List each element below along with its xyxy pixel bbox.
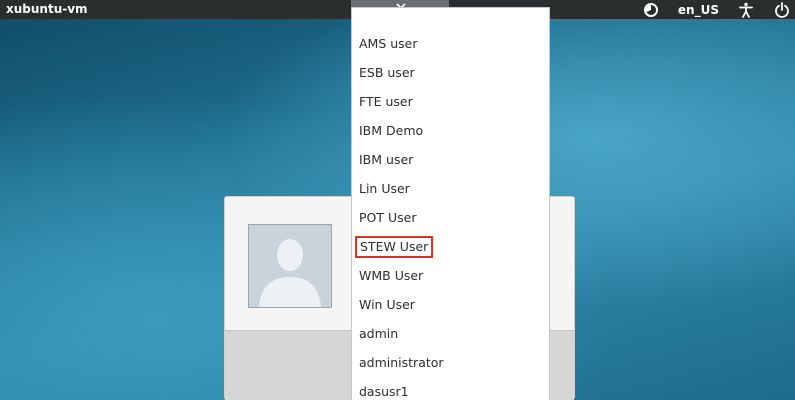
accessibility-icon[interactable]: [737, 1, 755, 19]
language-indicator[interactable]: en_US: [678, 3, 719, 17]
user-avatar: [248, 224, 332, 308]
session-indicator-icon[interactable]: [642, 1, 660, 19]
user-list-dropdown: AMS user ESB user FTE user IBM Demo IBM …: [351, 7, 550, 400]
user-item-win-user[interactable]: Win User: [357, 294, 417, 316]
power-icon[interactable]: [773, 1, 791, 19]
user-item-administrator[interactable]: administrator: [357, 352, 446, 374]
panel-indicators: en_US: [642, 0, 791, 19]
user-item-dasusr1[interactable]: dasusr1: [357, 381, 411, 400]
user-item-lin-user[interactable]: Lin User: [357, 178, 412, 200]
hostname-label: xubuntu-vm: [6, 2, 88, 16]
user-item-admin[interactable]: admin: [357, 323, 400, 345]
user-item-pot-user[interactable]: POT User: [357, 207, 418, 229]
user-item-ibm-demo[interactable]: IBM Demo: [357, 120, 425, 142]
user-item-ibm-user[interactable]: IBM user: [357, 149, 415, 171]
user-item-esb-user[interactable]: ESB user: [357, 62, 417, 84]
user-silhouette-icon: [249, 225, 331, 307]
user-item-ams-user[interactable]: AMS user: [357, 33, 420, 55]
user-item-fte-user[interactable]: FTE user: [357, 91, 415, 113]
user-item-stew-user[interactable]: STEW User: [355, 236, 434, 258]
user-item-wmb-user[interactable]: WMB User: [357, 265, 425, 287]
